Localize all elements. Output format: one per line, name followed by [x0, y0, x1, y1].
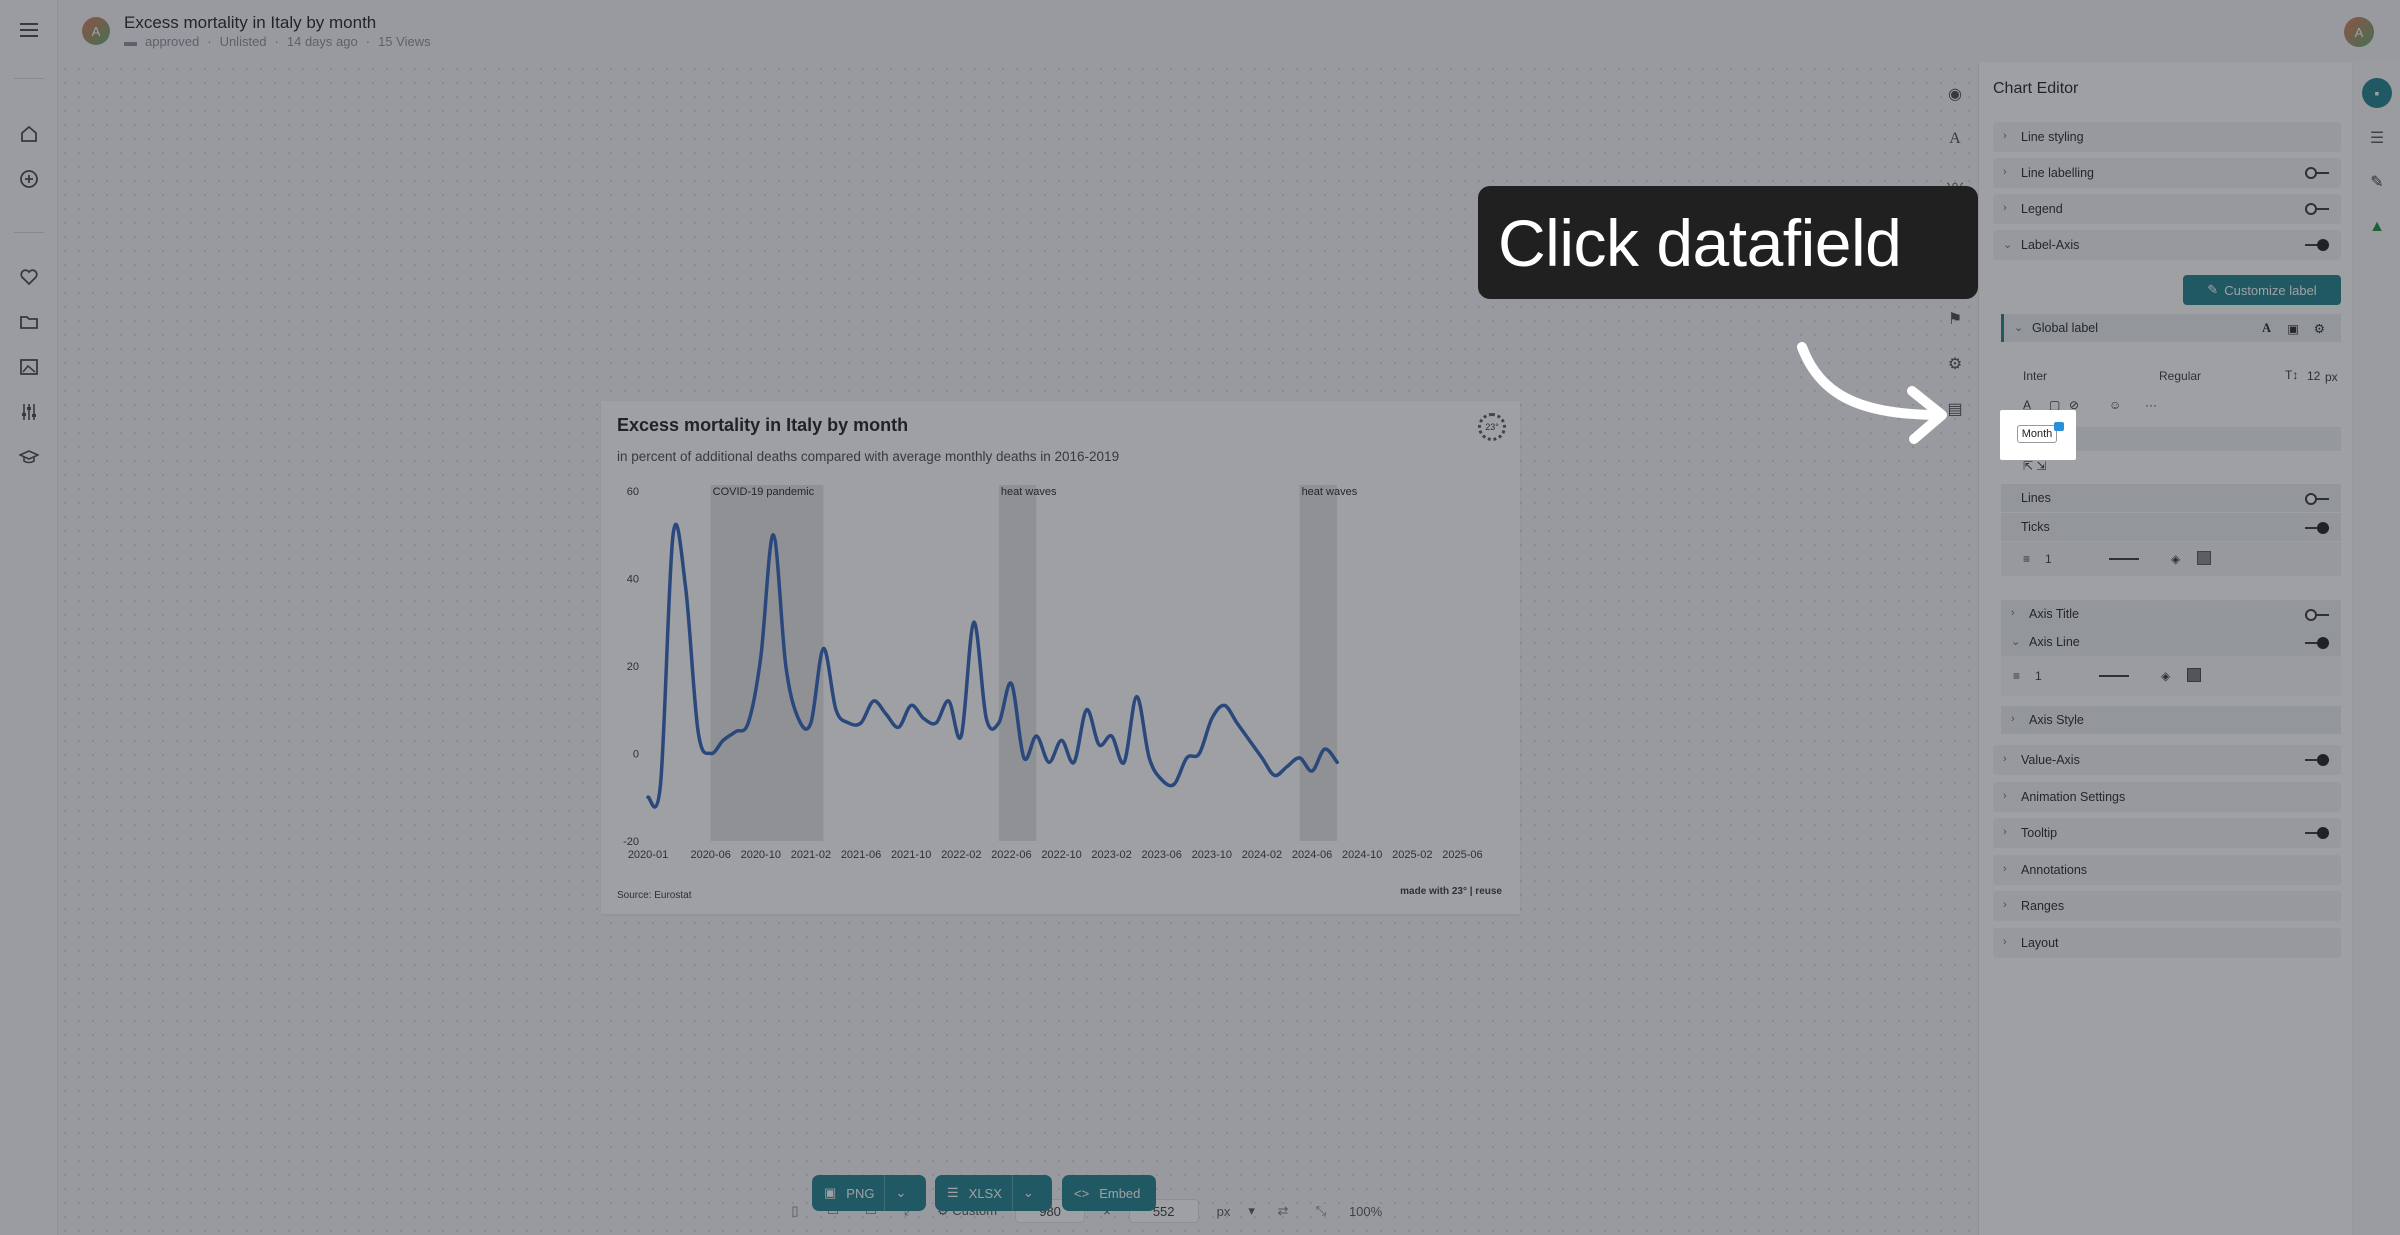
tutorial-dim-overlay — [0, 0, 2400, 1235]
highlighted-datafield[interactable]: Month — [2000, 410, 2076, 460]
month-field-tag[interactable]: Month — [2017, 425, 2057, 443]
tutorial-tooltip: Click datafield — [1478, 186, 1978, 299]
tutorial-arrow-icon — [1797, 342, 1947, 444]
cursor-icon — [2054, 422, 2064, 431]
